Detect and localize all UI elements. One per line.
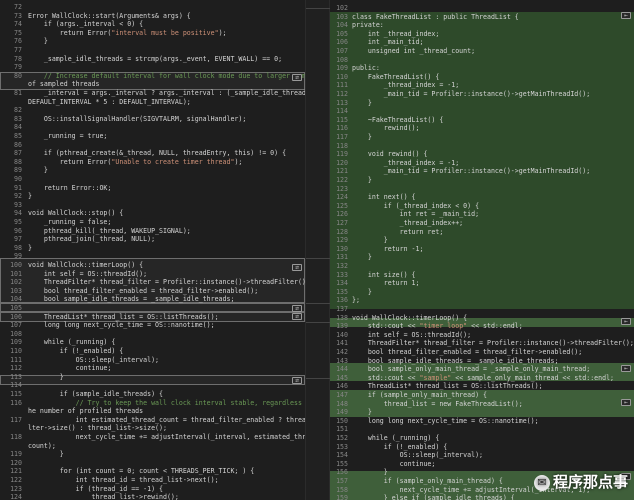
gutter-connector [306,258,331,259]
diff-marker-icon[interactable]: ⇤ [621,365,631,372]
diff-marker-icon[interactable]: ⇄ [292,74,302,81]
watermark: ✉ 程序那点事 [533,471,628,492]
gutter-connector [306,303,331,304]
left-editor-pane[interactable]: 72 73 Error WallClock::start(Arguments& ar… [0,0,305,500]
diff-marker-icon[interactable]: ⇤ [621,399,631,406]
line-number: 124 [10,493,22,500]
watermark-text: 程序那点事 [552,473,628,491]
line-code: } else if (sample_idle_threads) { [352,494,515,500]
diff-marker-icon[interactable]: ⇄ [292,264,302,271]
diff-marker-icon[interactable]: ⇄ [292,313,302,320]
chat-bubble-icon: ✉ [533,474,550,491]
right-editor-pane[interactable]: 102 103 class FakeThreadList : public Thre… [330,0,634,500]
diff-marker-icon[interactable]: ⇤ [621,12,631,19]
diff-marker-icon[interactable]: ⇄ [292,305,302,312]
diff-gutter [305,0,331,500]
gutter-connector [306,8,331,9]
diff-marker-icon[interactable]: ⇄ [292,377,302,384]
line-number: 159 [336,494,348,500]
code-line: 124 thread_list->rewind(); [0,493,305,500]
diff-marker-icon[interactable]: ⇤ [621,318,631,325]
gutter-connector [306,378,331,379]
code-line: 159 } else if (sample_idle_threads) { [330,494,634,500]
gutter-connector [306,322,331,323]
line-code: thread_list->rewind(); [28,493,179,500]
